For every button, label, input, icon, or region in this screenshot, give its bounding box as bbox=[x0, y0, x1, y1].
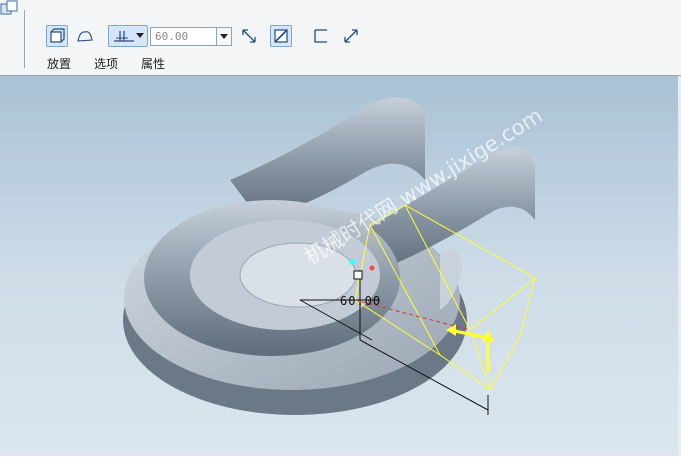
surface-mode-button[interactable] bbox=[74, 25, 96, 47]
model-3d-view bbox=[123, 97, 536, 415]
flip-thickness-button[interactable] bbox=[340, 25, 362, 47]
remove-material-icon bbox=[274, 29, 288, 43]
drag-handle-square[interactable] bbox=[353, 270, 363, 280]
flip-arrows-icon bbox=[344, 29, 358, 43]
depth-dimension-label[interactable]: 60.00 bbox=[340, 294, 381, 308]
depth-option-dropdown[interactable] bbox=[108, 25, 148, 47]
solid-icon bbox=[50, 28, 65, 43]
window-icon bbox=[0, 0, 18, 15]
tab-placement[interactable]: 放置 bbox=[47, 55, 71, 72]
thicken-icon bbox=[314, 29, 327, 43]
tab-properties[interactable]: 属性 bbox=[141, 55, 165, 72]
flip-arrows-icon bbox=[242, 29, 256, 43]
depth-value-text: 60.00 bbox=[155, 30, 189, 43]
chevron-down-icon bbox=[220, 33, 228, 39]
flip-depth-button[interactable] bbox=[238, 25, 260, 47]
solid-mode-button[interactable] bbox=[46, 25, 68, 47]
remove-material-button[interactable] bbox=[270, 25, 292, 47]
depth-value-input[interactable]: 60.00 bbox=[150, 27, 232, 46]
sketch-point-red bbox=[369, 265, 375, 271]
chevron-down-icon bbox=[136, 33, 144, 38]
thicken-sketch-button[interactable] bbox=[310, 25, 332, 47]
value-dropdown-button[interactable] bbox=[216, 28, 231, 45]
blind-depth-icon bbox=[114, 31, 134, 42]
surface-icon bbox=[77, 31, 93, 42]
feature-dashboard: 60.00 放置 选项 属性 bbox=[0, 0, 681, 76]
sketch-point-cyan bbox=[349, 259, 355, 265]
tab-options[interactable]: 选项 bbox=[94, 55, 118, 72]
toolbar-separator bbox=[24, 10, 25, 68]
graphics-viewport[interactable]: 60.00 机械时代网 www.jixige.com bbox=[0, 76, 681, 456]
